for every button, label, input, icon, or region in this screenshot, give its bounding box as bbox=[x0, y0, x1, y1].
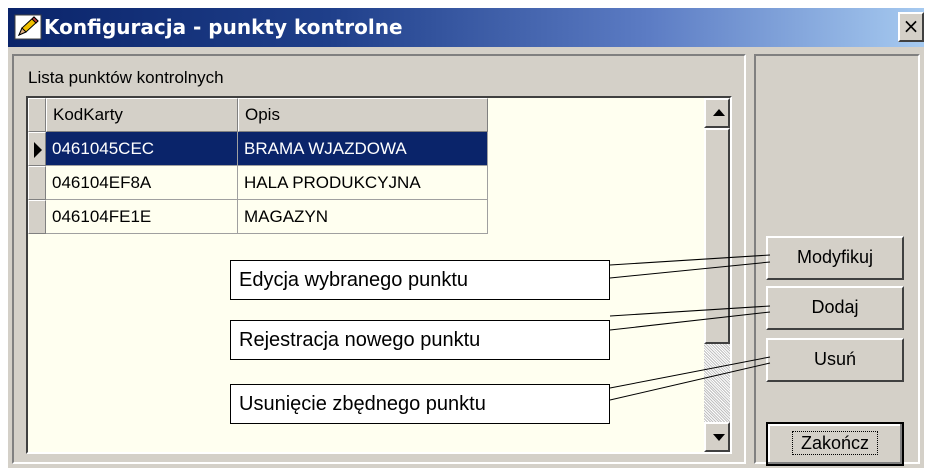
callout-modify: Edycja wybranego punktu bbox=[230, 260, 610, 300]
leader-line-modify bbox=[609, 254, 771, 266]
callout-add: Rejestracja nowego punktu bbox=[230, 320, 610, 360]
callout-delete: Usunięcie zbędnego punktu bbox=[230, 384, 610, 424]
leader-line-delete bbox=[609, 362, 771, 401]
leader-line-delete bbox=[609, 356, 771, 389]
leader-line-modify bbox=[609, 261, 771, 279]
